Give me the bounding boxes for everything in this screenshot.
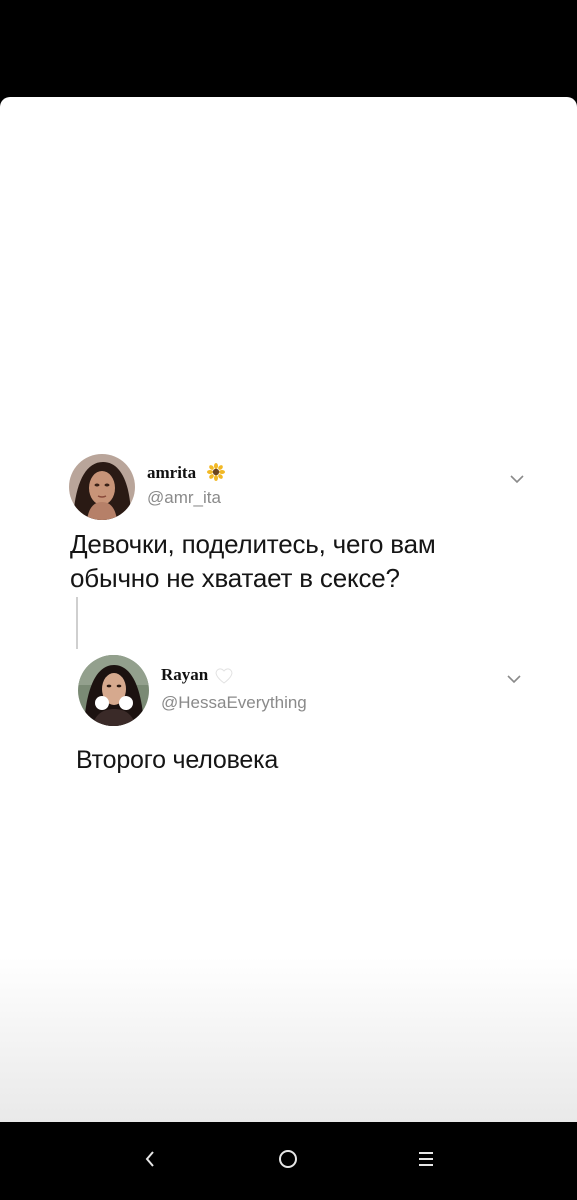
- author-handle[interactable]: @amr_ita: [147, 488, 221, 508]
- back-chevron-icon: [143, 1149, 157, 1174]
- back-button[interactable]: [130, 1144, 170, 1178]
- author-name[interactable]: Rayan: [161, 665, 208, 685]
- author-handle[interactable]: @HessaEverything: [161, 693, 307, 713]
- reply-tweet[interactable]: Rayan @HessaEverything Второго человека: [0, 647, 577, 787]
- tweet-text-line: обычно не хватает в сексе?: [70, 563, 400, 593]
- thread-connector: [76, 597, 78, 649]
- author-name[interactable]: amrita: [147, 463, 196, 483]
- chevron-down-icon[interactable]: [509, 471, 525, 484]
- status-bar: [0, 0, 577, 97]
- home-circle-icon: [277, 1148, 299, 1175]
- avatar[interactable]: [69, 454, 135, 520]
- home-button[interactable]: [268, 1144, 308, 1178]
- original-tweet[interactable]: amrita @amr_ita Девочки, поделитесь, чег…: [0, 97, 577, 607]
- menu-lines-icon: [416, 1150, 436, 1173]
- avatar[interactable]: [78, 655, 149, 726]
- sunflower-icon: [207, 463, 225, 481]
- menu-button[interactable]: [406, 1144, 446, 1178]
- tweet-text: Второго человека: [76, 746, 279, 774]
- tweet-text: Девочки, поделитесь, чего вам обычно не …: [70, 527, 550, 595]
- tweet-text-line: Девочки, поделитесь, чего вам: [70, 529, 436, 559]
- chevron-down-icon[interactable]: [506, 671, 522, 684]
- screenshot-card: amrita @amr_ita Девочки, поделитесь, чег…: [0, 97, 577, 1122]
- navigation-bar: [0, 1122, 577, 1200]
- white-heart-icon: [214, 667, 234, 685]
